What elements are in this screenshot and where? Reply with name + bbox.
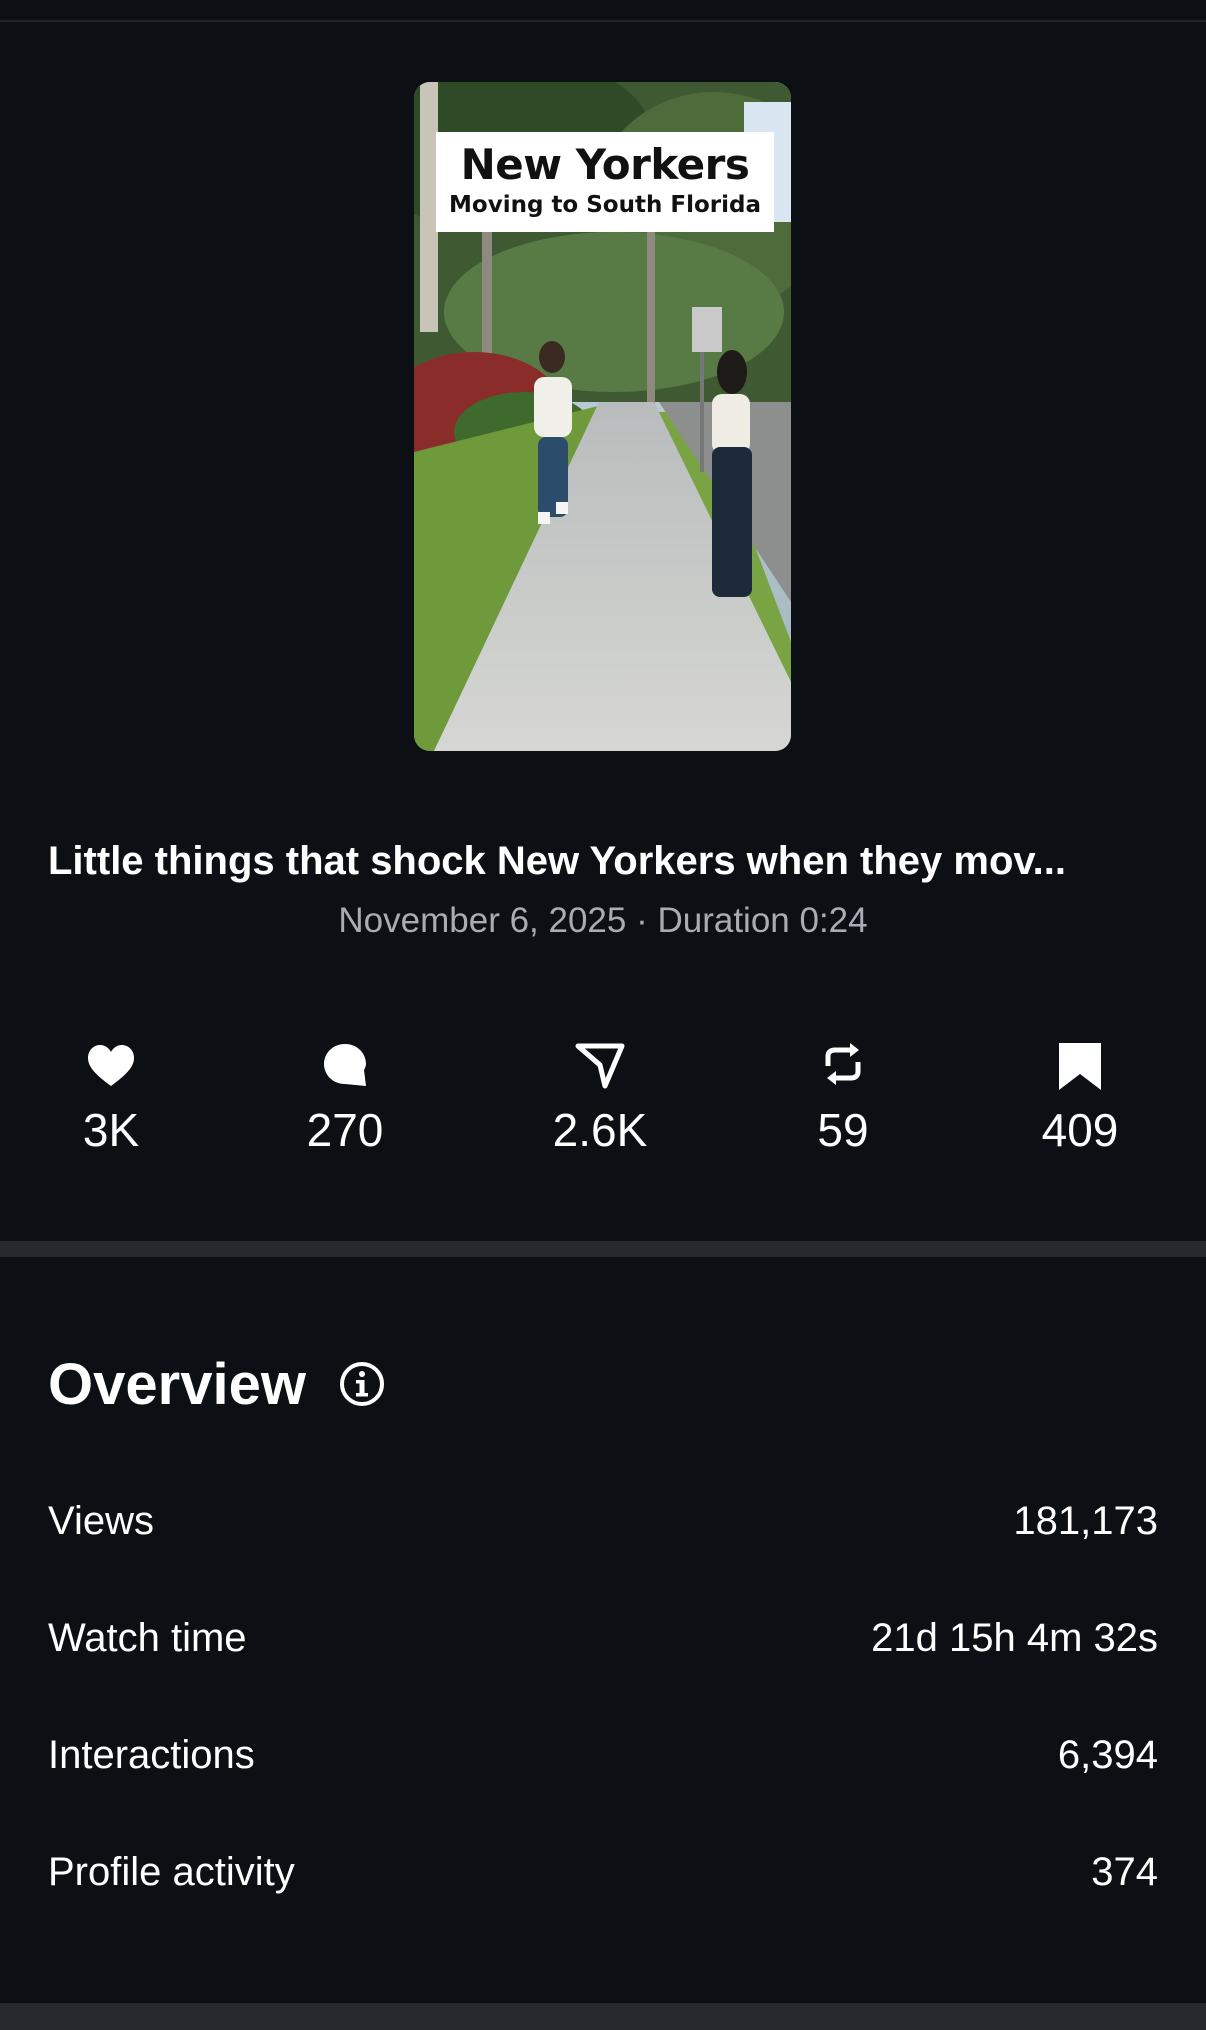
info-icon[interactable]: [338, 1360, 386, 1408]
stat-likes: 3K: [21, 1040, 201, 1158]
repost-icon: [825, 1043, 861, 1085]
top-divider: [0, 20, 1206, 22]
metric-value: 21d 15h 4m 32s: [871, 1616, 1158, 1660]
metric-label: Watch time: [48, 1616, 247, 1660]
heart-icon: [88, 1045, 134, 1086]
thumbnail-caption-title: New Yorkers: [460, 140, 750, 189]
metric-row-watch-time: Watch time 21d 15h 4m 32s: [48, 1608, 1158, 1668]
stat-saves-value: 409: [1041, 1104, 1119, 1156]
overview-heading: Overview: [48, 1352, 306, 1417]
metric-label: Views: [48, 1499, 154, 1543]
share-icon: [575, 1043, 625, 1089]
metric-label: Interactions: [48, 1733, 255, 1777]
video-meta: November 6, 2025 · Duration 0:24: [338, 901, 868, 940]
stat-saves: 409: [990, 1040, 1170, 1158]
stat-reposts: 59: [753, 1040, 933, 1158]
stat-shares-value: 2.6K: [552, 1104, 648, 1156]
metric-row-interactions: Interactions 6,394: [48, 1725, 1158, 1785]
section-divider-bottom: [0, 2003, 1206, 2030]
section-divider: [0, 1241, 1206, 1257]
metric-row-profile-activity: Profile activity 374: [48, 1842, 1158, 1902]
metric-row-views: Views 181,173: [48, 1491, 1158, 1551]
stat-likes-value: 3K: [82, 1104, 140, 1156]
thumbnail-caption-subtitle: Moving to South Florida: [449, 192, 761, 218]
video-title: Little things that shock New Yorkers whe…: [48, 839, 1066, 883]
insights-page: New Yorkers Moving to South Florida Litt…: [0, 0, 1206, 2030]
metric-value: 6,394: [1057, 1733, 1158, 1777]
stat-comments: 270: [255, 1040, 435, 1158]
stat-comments-value: 270: [306, 1104, 384, 1156]
thumbnail-caption: New Yorkers Moving to South Florida: [436, 132, 774, 232]
bookmark-icon: [1059, 1043, 1101, 1090]
video-thumbnail[interactable]: New Yorkers Moving to South Florida: [414, 82, 791, 751]
stat-shares: 2.6K: [510, 1040, 690, 1158]
comment-icon: [324, 1044, 366, 1086]
metric-label: Profile activity: [48, 1850, 295, 1894]
metric-value: 374: [1091, 1850, 1158, 1894]
metric-value: 181,173: [1013, 1499, 1158, 1543]
stat-reposts-value: 59: [817, 1104, 869, 1156]
